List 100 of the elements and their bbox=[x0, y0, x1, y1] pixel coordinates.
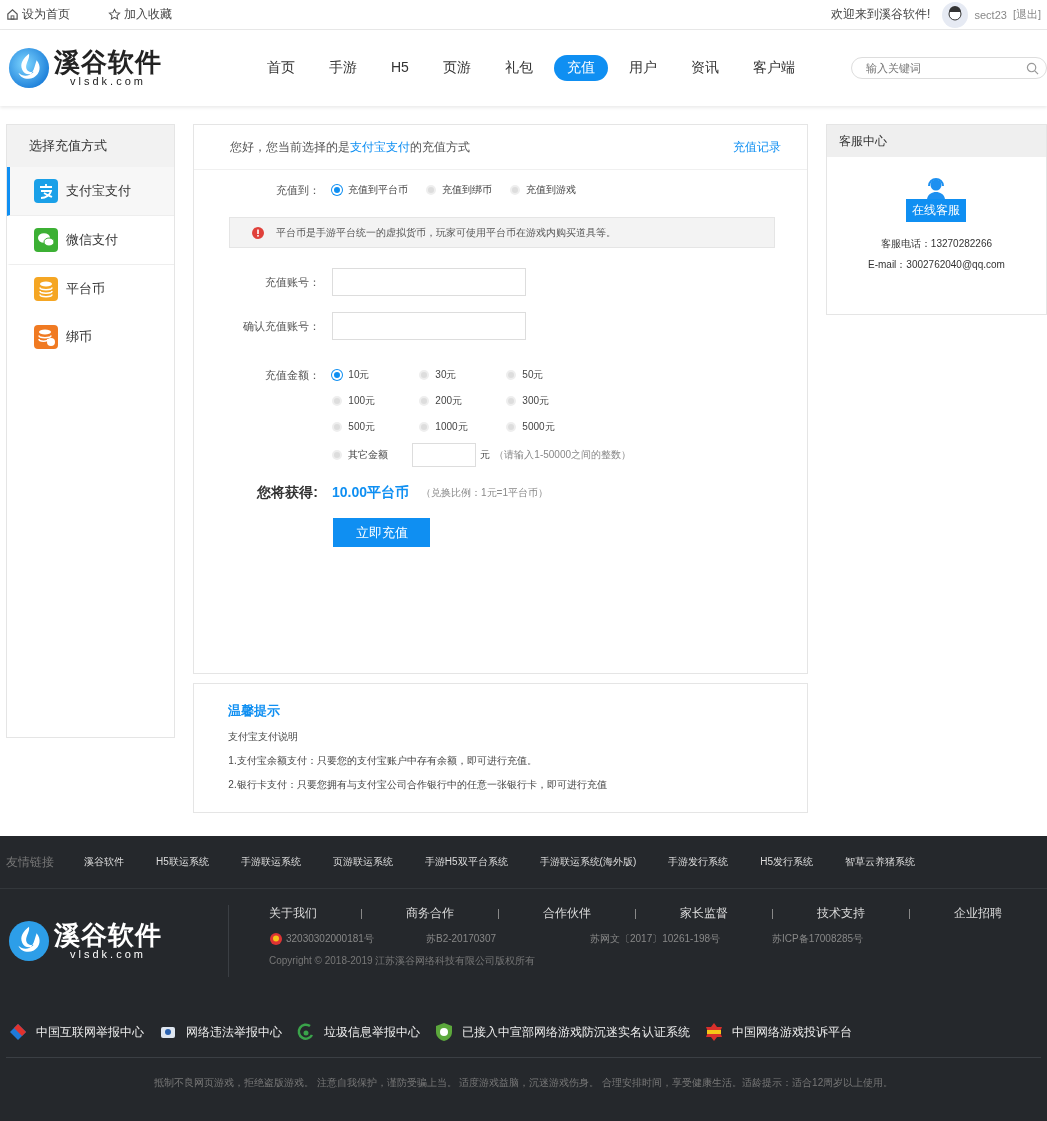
field-label: 充值到： bbox=[275, 182, 322, 198]
tips-text: 支付宝支付说明 bbox=[228, 730, 300, 744]
username[interactable]: sect23 bbox=[974, 8, 1007, 21]
nav-tab[interactable]: 客户端 bbox=[739, 55, 808, 81]
tips-text: 1.支付宝余额支付：只要您的支付宝账户中存有余额，即可进行充值。 bbox=[228, 754, 538, 768]
record-number[interactable]: 32030302000181号 bbox=[286, 932, 374, 946]
logo-name[interactable]: 溪谷软件 bbox=[54, 49, 162, 75]
record-number[interactable]: 苏网文〔2017〕10261-198号 bbox=[590, 932, 721, 946]
field-label: 充值账号： bbox=[264, 274, 322, 290]
friend-link[interactable]: 溪谷软件 bbox=[84, 855, 124, 869]
payment-method-item[interactable]: 平台币 bbox=[7, 265, 175, 313]
payment-method-item[interactable]: 绑币 bbox=[7, 313, 175, 361]
alipay-icon bbox=[34, 179, 58, 203]
amount-radio[interactable]: 100元 bbox=[332, 394, 402, 408]
amount-radio[interactable]: 300元 bbox=[506, 394, 576, 408]
top-link[interactable]: 设为首页 bbox=[6, 6, 70, 23]
field-label: 充值金额： bbox=[264, 367, 322, 383]
amount-radio[interactable]: 30元 bbox=[419, 368, 489, 382]
friend-link[interactable]: 手游H5双平台系统 bbox=[424, 855, 508, 869]
email-text: E-mail：3002762040@qq.com bbox=[868, 258, 1005, 272]
footer-link[interactable]: 合作伙伴 bbox=[543, 905, 591, 922]
ratio-text: （兑换比例：1元=1平台币） bbox=[421, 486, 548, 500]
nav-tab[interactable]: 页游 bbox=[429, 55, 484, 81]
footer-link[interactable]: 关于我们 bbox=[269, 905, 317, 922]
home-icon bbox=[6, 8, 19, 21]
payment-method-item[interactable]: 支付宝支付 bbox=[7, 167, 175, 216]
tips-text: 2.银行卡支付：只要您拥有与支付宝公司合作银行中的任意一张银行卡，即可进行充值 bbox=[228, 778, 608, 792]
friend-link[interactable]: H5发行系统 bbox=[760, 855, 814, 869]
search-icon[interactable] bbox=[1026, 62, 1039, 75]
amount-radio[interactable]: 50元 bbox=[506, 368, 576, 382]
target-radio[interactable]: 充值到绑币 bbox=[426, 183, 493, 197]
confirm-account-input[interactable] bbox=[332, 312, 527, 340]
amount-radio[interactable]: 10元 bbox=[332, 368, 402, 382]
shield-icon bbox=[434, 1022, 454, 1042]
amount-radio[interactable]: 1000元 bbox=[419, 420, 489, 434]
field-label: 确认充值账号： bbox=[242, 318, 322, 334]
footer-link[interactable]: 家长监督 bbox=[680, 905, 728, 922]
hint-text: （请输入1-50000之间的整数） bbox=[494, 448, 632, 462]
other-amount-input[interactable] bbox=[412, 443, 477, 467]
friend-link[interactable]: 智草云养猪系统 bbox=[845, 855, 916, 869]
gain-value: 10.00平台币 bbox=[332, 484, 410, 502]
friend-link[interactable]: 页游联运系统 bbox=[332, 855, 393, 869]
nav-tab[interactable]: 用户 bbox=[615, 55, 670, 81]
report-link[interactable]: 垃圾信息举报中心 bbox=[296, 1022, 420, 1042]
amount-radio[interactable]: 5000元 bbox=[506, 420, 576, 434]
report-link[interactable]: 网络违法举报中心 bbox=[158, 1022, 282, 1042]
nav-tab[interactable]: 资讯 bbox=[677, 55, 732, 81]
swirl-icon bbox=[296, 1022, 316, 1042]
chat-bubbles-icon bbox=[34, 228, 58, 252]
friend-link[interactable]: 手游联运系统 bbox=[240, 855, 301, 869]
nav-tab[interactable]: 手游 bbox=[316, 55, 370, 81]
phone-text: 客服电话：13270282266 bbox=[880, 237, 993, 251]
logout-link[interactable]: [退出] bbox=[1012, 7, 1041, 22]
notice-text: 平台币是手游平台统一的虚拟货币，玩家可使用平台币在游戏内购买道具等。 bbox=[276, 225, 617, 240]
logo-domain: vlsdk.com bbox=[70, 949, 146, 960]
records-link[interactable]: 充值记录 bbox=[732, 138, 781, 156]
target-radio[interactable]: 充值到游戏 bbox=[510, 183, 577, 197]
report-link[interactable]: 已接入中宣部网络游戏防沉迷实名认证系统 bbox=[434, 1022, 690, 1042]
footer-link[interactable]: 企业招聘 bbox=[954, 905, 1002, 922]
sidebar-title: 选择充值方式 bbox=[7, 125, 175, 167]
footer-link[interactable]: 商务合作 bbox=[406, 905, 454, 922]
copyright-text: Copyright © 2018-2019 江苏溪谷网络科技有限公司版权所有 bbox=[269, 954, 537, 968]
alert-icon bbox=[252, 226, 265, 239]
star-icon bbox=[108, 8, 121, 21]
search-field[interactable]: 输入关键词 bbox=[851, 57, 1047, 79]
welcome-text: 欢迎来到溪谷软件! bbox=[831, 6, 931, 23]
record-number[interactable]: 苏ICP备17008285号 bbox=[772, 932, 864, 946]
emblem-icon bbox=[269, 932, 283, 946]
avatar-icon[interactable] bbox=[942, 1, 969, 28]
diamond-icon bbox=[8, 1022, 28, 1042]
top-link[interactable]: 加入收藏 bbox=[108, 6, 172, 23]
intro-text: 您好，您当前选择的是支付宝支付的充值方式 bbox=[230, 138, 471, 156]
emblem-icon bbox=[704, 1022, 724, 1042]
coin-stack-icon bbox=[34, 277, 58, 301]
nav-tab[interactable]: 礼包 bbox=[491, 55, 546, 81]
footer-link[interactable]: 技术支持 bbox=[817, 905, 865, 922]
report-link[interactable]: 中国互联网举报中心 bbox=[8, 1022, 144, 1042]
logo-icon bbox=[8, 920, 50, 962]
nav-tab[interactable]: H5 bbox=[378, 55, 422, 81]
account-input[interactable] bbox=[332, 268, 527, 296]
service-title: 客服中心 bbox=[826, 125, 1046, 157]
other-amount-radio[interactable]: 其它金额 bbox=[332, 448, 389, 462]
record-number[interactable]: 苏B2-20170307 bbox=[426, 932, 497, 946]
gain-label: 您将获得: bbox=[257, 484, 318, 502]
logo-name: 溪谷软件 bbox=[54, 922, 162, 948]
friend-link[interactable]: H5联运系统 bbox=[156, 855, 209, 869]
tips-title: 温馨提示 bbox=[228, 702, 282, 720]
target-radio[interactable]: 充值到平台币 bbox=[332, 183, 409, 197]
friend-link[interactable]: 手游发行系统 bbox=[668, 855, 729, 869]
amount-radio[interactable]: 200元 bbox=[419, 394, 489, 408]
logo-icon[interactable] bbox=[8, 47, 50, 89]
friend-link[interactable]: 手游联运系统(海外版) bbox=[539, 855, 637, 869]
report-link[interactable]: 中国网络游戏投诉平台 bbox=[704, 1022, 852, 1042]
unit-text: 元 bbox=[480, 448, 491, 462]
payment-method-item[interactable]: 微信支付 bbox=[7, 216, 175, 265]
friend-links-label: 友情链接 bbox=[6, 853, 54, 871]
logo-domain[interactable]: vlsdk.com bbox=[70, 76, 146, 87]
nav-tab[interactable]: 首页 bbox=[254, 55, 308, 81]
coin-stack-icon bbox=[34, 325, 58, 349]
amount-radio[interactable]: 500元 bbox=[332, 420, 402, 434]
